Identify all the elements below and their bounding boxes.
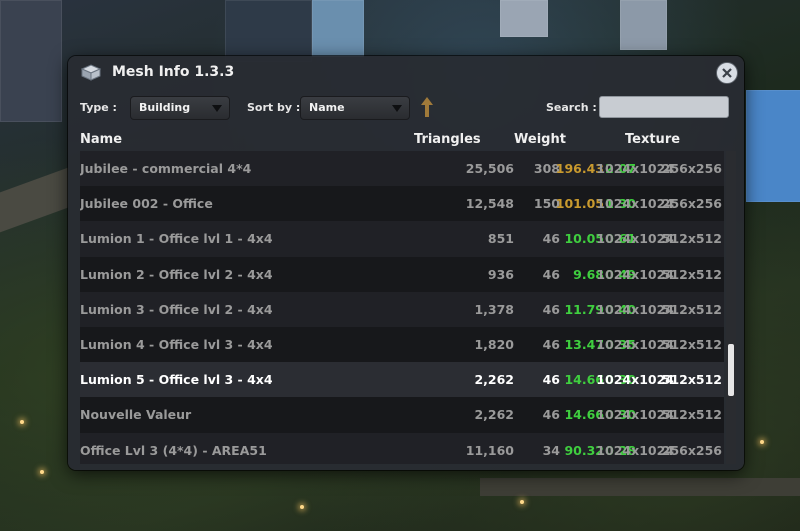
table-row[interactable]: Nouvelle Valeur 2,262 46 14.66 0.30 1024x1024… — [80, 397, 724, 433]
mesh-name: Lumion 2 - Office lvl 2 - 4x4 — [80, 266, 273, 282]
title-bar[interactable]: Mesh Info 1.3.3 — [68, 56, 744, 90]
street-light — [760, 440, 764, 444]
triangle-count: 12,548 — [465, 196, 514, 212]
table-row[interactable]: Lumion 4 - Office lvl 3 - 4x4 1,820 46 13.4… — [80, 326, 724, 363]
table-row[interactable]: Lumion 1 - Office lvl 1 - 4x4 851 46 10.05 0… — [80, 221, 724, 257]
street-light — [300, 505, 304, 509]
triangle-count: 936 — [487, 266, 514, 282]
mesh-name: Office Lvl 3 (4*4) - AREA51 — [80, 442, 267, 458]
window-title: Mesh Info 1.3.3 — [112, 64, 235, 80]
material-count: 46 — [542, 372, 560, 388]
search-input[interactable] — [599, 96, 729, 118]
close-button[interactable] — [716, 62, 738, 84]
street-light — [40, 470, 44, 474]
building — [0, 0, 62, 122]
triangle-count: 2,262 — [474, 407, 514, 423]
close-icon — [722, 68, 732, 78]
street-light — [520, 500, 524, 504]
triangle-count: 1,378 — [474, 301, 514, 317]
lod-texture-size: 512x512 — [661, 372, 722, 388]
type-label: Type : — [80, 101, 117, 114]
table-row-selected[interactable]: Lumion 5 - Office lvl 3 - 4x4 2,262 46 14.6… — [80, 362, 724, 398]
mesh-list[interactable]: Jubilee - commercial 4*4 25,506 308 196.43 2… — [80, 151, 724, 464]
sort-by-dropdown[interactable]: Name — [300, 96, 410, 120]
mesh-name: Lumion 4 - Office lvl 3 - 4x4 — [80, 336, 273, 352]
mesh-name: Jubilee - commercial 4*4 — [80, 161, 252, 176]
mesh-info-window: Mesh Info 1.3.3 Type : Building Sort by … — [68, 56, 744, 470]
lod-texture-size: 512x512 — [661, 301, 722, 317]
mesh-name: Lumion 5 - Office lvl 3 - 4x4 — [80, 372, 273, 388]
street-light — [20, 420, 24, 424]
table-row[interactable]: Jubilee 002 - Office 12,548 150 101.05 1.30 1… — [80, 186, 724, 222]
table-row[interactable]: Lumion 2 - Office lvl 2 - 4x4 936 46 9.68 0.… — [80, 256, 724, 292]
triangle-count: 25,506 — [465, 161, 514, 176]
building — [620, 0, 667, 50]
triangle-count: 851 — [487, 231, 514, 247]
table-row[interactable]: Office Lvl 3 (4*4) - AREA51 11,160 34 90.32… — [80, 432, 724, 464]
triangle-count: 1,820 — [474, 336, 514, 352]
lod-texture-size: 512x512 — [661, 231, 722, 247]
material-count: 46 — [542, 231, 560, 247]
lod-texture-size: 512x512 — [661, 266, 722, 282]
triangle-count: 11,160 — [465, 442, 514, 458]
type-dropdown-value: Building — [139, 101, 191, 114]
column-header-triangles[interactable]: Triangles — [414, 132, 481, 147]
mesh-name: Lumion 1 - Office lvl 1 - 4x4 — [80, 231, 273, 247]
chevron-down-icon — [212, 105, 222, 112]
column-header-weight[interactable]: Weight — [514, 132, 566, 147]
triangle-count: 2,262 — [474, 372, 514, 388]
blue-building — [746, 90, 800, 202]
mesh-name: Nouvelle Valeur — [80, 407, 192, 423]
material-count: 46 — [542, 407, 560, 423]
road — [480, 478, 800, 496]
mesh-cube-icon — [80, 63, 102, 81]
tower-building — [225, 0, 312, 62]
search-label: Search : — [546, 101, 597, 114]
scrollbar-thumb[interactable] — [728, 344, 734, 396]
mesh-name: Jubilee 002 - Office — [80, 196, 213, 212]
material-count: 46 — [542, 266, 560, 282]
table-row[interactable]: Lumion 3 - Office lvl 2 - 4x4 1,378 46 11.7… — [80, 291, 724, 327]
sort-by-dropdown-value: Name — [309, 101, 345, 114]
lod-texture-size: 256x256 — [661, 442, 722, 458]
material-count: 46 — [542, 336, 560, 352]
glass-tower — [312, 0, 364, 57]
road — [0, 167, 68, 233]
mesh-name: Lumion 3 - Office lvl 2 - 4x4 — [80, 301, 273, 317]
sort-by-label: Sort by : — [247, 101, 301, 114]
sort-up-arrow-icon[interactable] — [420, 96, 434, 118]
table-row[interactable]: Jubilee - commercial 4*4 25,506 308 196.43 2… — [80, 151, 724, 187]
building — [500, 0, 548, 37]
lod-texture-size: 512x512 — [661, 336, 722, 352]
column-header-name[interactable]: Name — [80, 132, 122, 147]
lod-texture-size: 512x512 — [661, 407, 722, 423]
material-count: 46 — [542, 301, 560, 317]
lod-texture-size: 256x256 — [661, 161, 722, 176]
scrollbar-track[interactable] — [726, 151, 736, 464]
lod-texture-size: 256x256 — [661, 196, 722, 212]
material-count: 34 — [542, 442, 560, 458]
type-dropdown[interactable]: Building — [130, 96, 230, 120]
column-header-texture[interactable]: Texture — [625, 132, 680, 147]
chevron-down-icon — [392, 105, 402, 112]
